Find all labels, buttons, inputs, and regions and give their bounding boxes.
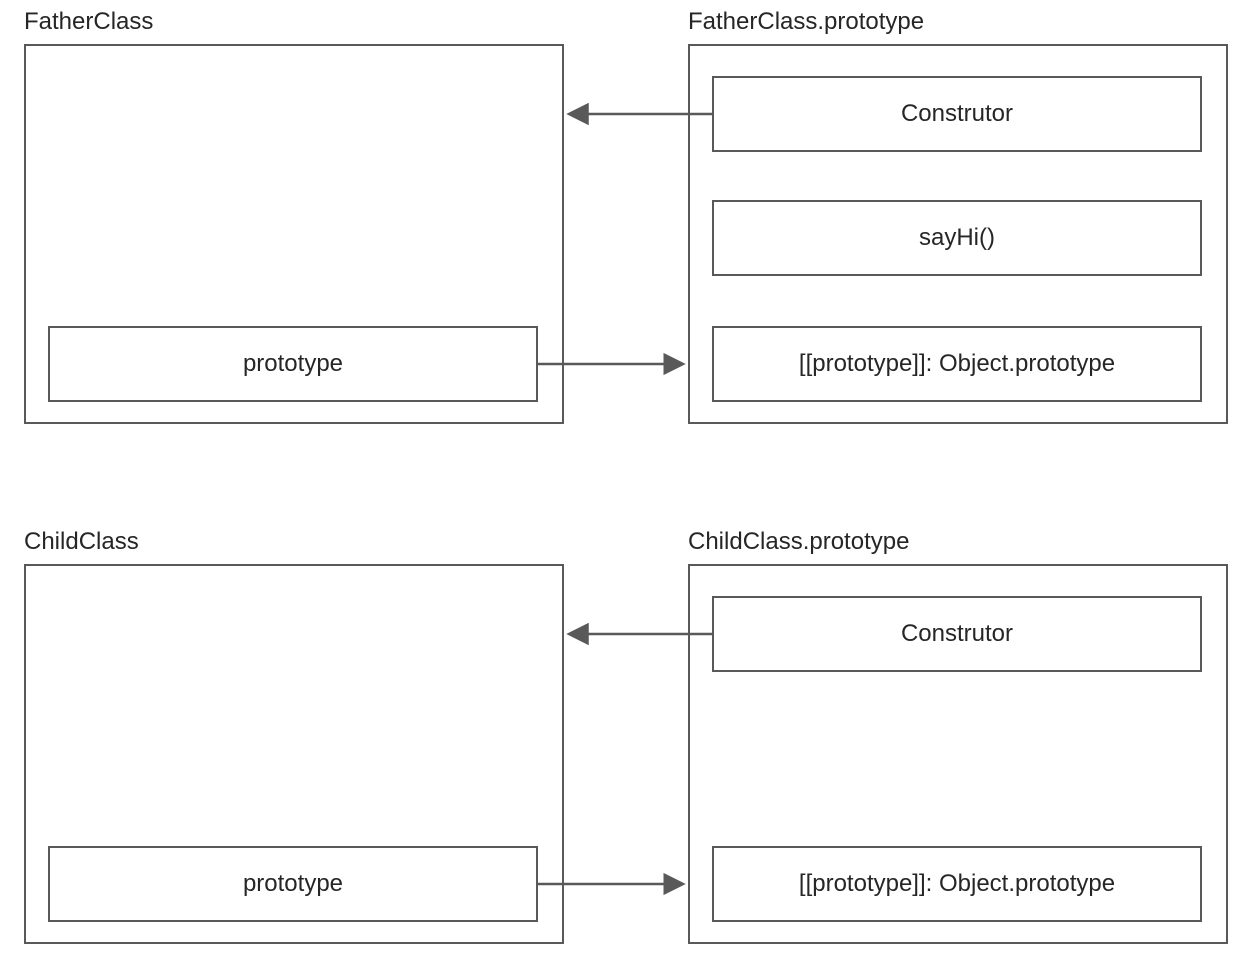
childclass-prototype-slot-cell: [[prototype]]: Object.prototype	[712, 846, 1202, 922]
fatherclass-sayhi-cell: sayHi()	[712, 200, 1202, 276]
fatherclass-prototype-cell: prototype	[48, 326, 538, 402]
childclass-constructor-cell: Construtor	[712, 596, 1202, 672]
childclass-prototype-title: ChildClass.prototype	[688, 528, 909, 556]
childclass-title: ChildClass	[24, 528, 139, 556]
diagram-canvas: FatherClass prototype FatherClass.protot…	[0, 0, 1239, 958]
fatherclass-prototype-title: FatherClass.prototype	[688, 8, 924, 36]
childclass-prototype-cell: prototype	[48, 846, 538, 922]
fatherclass-title: FatherClass	[24, 8, 153, 36]
fatherclass-constructor-cell: Construtor	[712, 76, 1202, 152]
fatherclass-prototype-slot-cell: [[prototype]]: Object.prototype	[712, 326, 1202, 402]
